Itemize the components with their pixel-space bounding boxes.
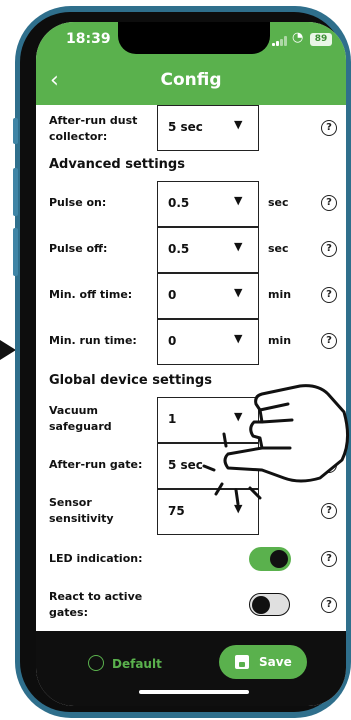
help-icon[interactable]: ? bbox=[321, 120, 337, 136]
setting-label: Min. off time: bbox=[49, 288, 133, 301]
dropdown-arrow-icon: ▼ bbox=[234, 194, 243, 207]
setting-label: After-run dust collector: bbox=[49, 114, 138, 143]
unit-label: sec bbox=[268, 196, 289, 209]
setting-label: Sensor sensitivity bbox=[49, 496, 114, 525]
select-value: 0 bbox=[168, 334, 177, 348]
setting-row-vacuum-safeguard: Vacuum safeguard 1 ▼ ? bbox=[36, 397, 346, 443]
select-value: 5 sec bbox=[168, 458, 203, 472]
select-value: 1 bbox=[168, 412, 177, 426]
save-button-label: Save bbox=[259, 655, 292, 669]
config-form: After-run dust collector: 5 sec ▼ ? Adva… bbox=[36, 105, 346, 631]
help-icon[interactable]: ? bbox=[321, 411, 337, 427]
dropdown-arrow-icon: ▼ bbox=[234, 286, 243, 299]
status-time: 18:39 bbox=[66, 31, 111, 47]
setting-row-after-run-dust-collector: After-run dust collector: 5 sec ▼ ? bbox=[36, 105, 346, 157]
help-icon[interactable]: ? bbox=[321, 551, 337, 567]
select-value: 5 sec bbox=[168, 120, 203, 134]
setting-label: LED indication: bbox=[49, 552, 143, 565]
setting-row-sensor-sensitivity: Sensor sensitivity 75 ▼ ? bbox=[36, 489, 346, 535]
dropdown-arrow-icon: ▼ bbox=[234, 332, 243, 345]
dropdown-arrow-icon: ▼ bbox=[234, 410, 243, 423]
setting-row-led-indication: LED indication: ? bbox=[36, 541, 346, 581]
setting-label: Pulse off: bbox=[49, 242, 108, 255]
reset-icon bbox=[88, 655, 104, 671]
setting-label: After-run gate: bbox=[49, 458, 143, 471]
toggle-knob bbox=[252, 595, 270, 614]
section-title-advanced: Advanced settings bbox=[49, 157, 185, 172]
unit-label: min bbox=[268, 334, 292, 347]
signal-icon bbox=[272, 36, 288, 46]
pulse-off-select[interactable]: 0.5 ▼ bbox=[157, 227, 259, 273]
select-value: 0 bbox=[168, 288, 177, 302]
react-to-active-gates-toggle[interactable] bbox=[249, 593, 290, 616]
setting-label: Min. run time: bbox=[49, 334, 137, 347]
help-icon[interactable]: ? bbox=[321, 597, 337, 613]
sensor-sensitivity-select[interactable]: 75 ▼ bbox=[157, 489, 259, 535]
unit-label: sec bbox=[268, 242, 289, 255]
help-icon[interactable]: ? bbox=[321, 195, 337, 211]
setting-label: Pulse on: bbox=[49, 196, 107, 209]
help-icon[interactable]: ? bbox=[321, 287, 337, 303]
default-button[interactable]: Default bbox=[88, 649, 178, 681]
after-run-gate-select[interactable]: 5 sec ▼ bbox=[157, 443, 259, 489]
camera-notch bbox=[118, 22, 270, 54]
min-run-time-select[interactable]: 0 ▼ bbox=[157, 319, 259, 365]
status-bar: 18:39 ◔ 89 bbox=[36, 22, 346, 60]
dropdown-arrow-icon: ▼ bbox=[234, 502, 243, 515]
setting-label: React to active gates: bbox=[49, 590, 143, 619]
app-screen: 18:39 ◔ 89 ‹ Config After-run dust colle… bbox=[36, 22, 346, 706]
select-value: 0.5 bbox=[168, 196, 190, 210]
save-icon bbox=[235, 655, 249, 669]
dropdown-arrow-icon: ▼ bbox=[234, 456, 243, 469]
vacuum-safeguard-select[interactable]: 1 ▼ bbox=[157, 397, 259, 443]
dropdown-arrow-icon: ▼ bbox=[234, 240, 243, 253]
setting-row-react-to-active-gates: React to active gates: ? bbox=[36, 585, 346, 629]
battery-icon: 89 bbox=[310, 33, 332, 46]
led-indication-toggle[interactable] bbox=[249, 547, 291, 571]
pulse-on-select[interactable]: 0.5 ▼ bbox=[157, 181, 259, 227]
setting-row-after-run-gate: After-run gate: 5 sec ▼ ? bbox=[36, 443, 346, 489]
help-icon[interactable]: ? bbox=[321, 333, 337, 349]
select-value: 0.5 bbox=[168, 242, 190, 256]
setting-row-min-off-time: Min. off time: 0 ▼ min ? bbox=[36, 273, 346, 319]
help-icon[interactable]: ? bbox=[321, 503, 337, 519]
page-title: Config bbox=[160, 70, 222, 90]
setting-row-min-run-time: Min. run time: 0 ▼ min ? bbox=[36, 319, 346, 365]
unit-label: min bbox=[268, 288, 292, 301]
section-title-global: Global device settings bbox=[49, 373, 212, 388]
min-off-time-select[interactable]: 0 ▼ bbox=[157, 273, 259, 319]
wifi-icon: ◔ bbox=[292, 30, 304, 45]
volume-up-button bbox=[13, 168, 18, 216]
setting-row-pulse-on: Pulse on: 0.5 ▼ sec ? bbox=[36, 181, 346, 227]
action-footer: Default Save bbox=[36, 631, 346, 706]
help-icon[interactable]: ? bbox=[321, 457, 337, 473]
volume-down-button bbox=[13, 228, 18, 276]
toggle-knob bbox=[270, 550, 288, 568]
app-header: ‹ Config bbox=[36, 60, 346, 105]
select-value: 75 bbox=[168, 504, 185, 518]
mute-switch bbox=[13, 118, 18, 144]
setting-row-pulse-off: Pulse off: 0.5 ▼ sec ? bbox=[36, 227, 346, 273]
battery-level: 89 bbox=[314, 34, 328, 44]
default-button-label: Default bbox=[112, 657, 162, 671]
dropdown-arrow-icon: ▼ bbox=[234, 118, 243, 131]
home-indicator bbox=[139, 690, 249, 694]
help-icon[interactable]: ? bbox=[321, 241, 337, 257]
save-button[interactable]: Save bbox=[219, 645, 307, 679]
after-run-dust-collector-select[interactable]: 5 sec ▼ bbox=[157, 105, 259, 151]
pointer-arrow-icon bbox=[0, 340, 16, 360]
setting-label: Vacuum safeguard bbox=[49, 404, 112, 433]
